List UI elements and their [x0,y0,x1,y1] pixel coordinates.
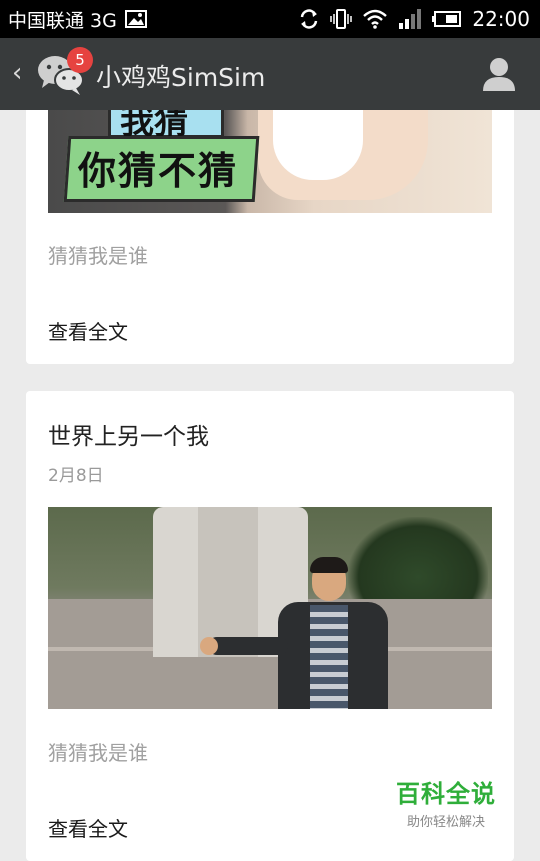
clock: 22:00 [472,7,530,31]
vibrate-icon [330,8,353,30]
wifi-icon [362,8,388,30]
image-icon [124,9,147,29]
profile-icon[interactable] [482,56,516,92]
carrier-label: 中国联通 3G [8,9,117,32]
article-image[interactable]: 我猜 你猜不猜 [48,110,492,213]
watermark-subtitle: 助你轻松解决 [406,815,485,830]
watermark-logo: 百科全说 助你轻松解决 [396,774,496,830]
status-bar: 中国联通 3G 22:00 [0,0,540,38]
battery-icon [432,9,462,29]
image-person-hair [310,557,348,573]
back-button[interactable]: ‹ [12,58,22,88]
image-caption: 你猜不猜 [78,149,239,193]
article-summary: 猜猜我是谁 [48,741,148,765]
article-date: 2月8日 [48,466,104,486]
image-statue-fold [198,507,258,657]
watermark-title: 百科全说 [396,780,496,808]
article-title[interactable]: 世界上另一个我 [48,417,209,451]
article-summary: 猜猜我是谁 [48,244,148,268]
sync-icon [298,8,320,30]
unread-badge: 5 [67,47,93,73]
article-image[interactable] [48,507,492,709]
image-person-arm [208,637,288,655]
image-person-shirt [310,605,348,709]
article-card[interactable]: 我猜 你猜不猜 猜猜我是谁 查看全文 [26,110,514,364]
image-figure-shirt [273,110,363,180]
image-person-hand [200,637,218,655]
page-title: 小鸡鸡SimSim [96,63,266,92]
read-more-link[interactable]: 查看全文 [48,813,128,842]
read-more-link[interactable]: 查看全文 [48,316,128,345]
title-bar: ‹ 5 小鸡鸡SimSim [0,38,540,110]
signal-icon [398,8,422,30]
